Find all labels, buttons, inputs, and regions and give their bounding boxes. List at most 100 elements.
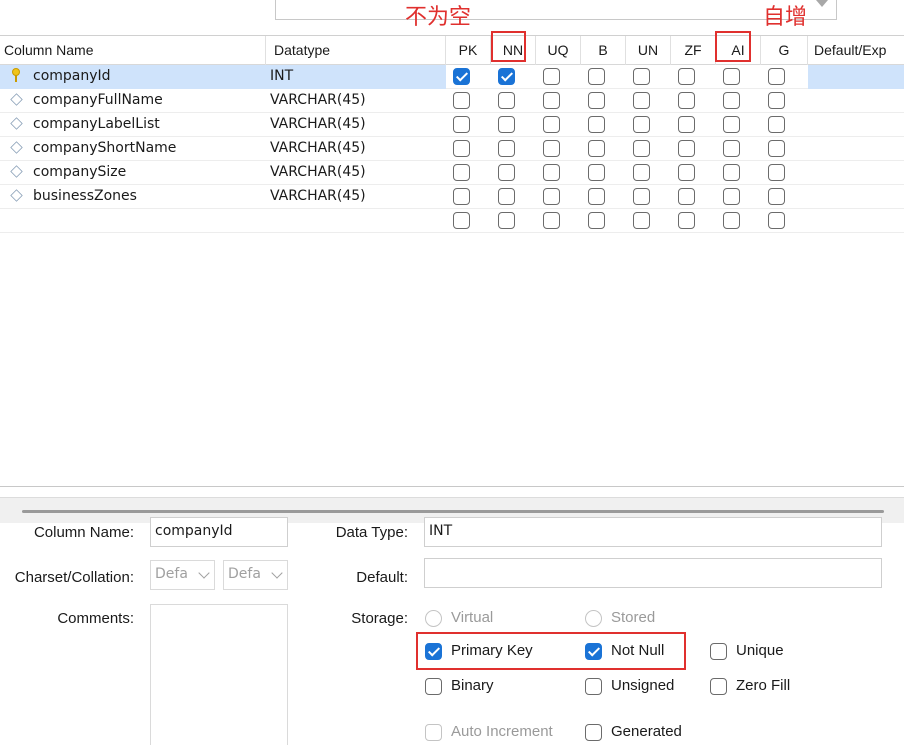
un-checkbox[interactable] bbox=[633, 212, 650, 229]
row-datatype[interactable]: VARCHAR(45) bbox=[266, 113, 446, 137]
row-datatype[interactable]: VARCHAR(45) bbox=[266, 185, 446, 209]
row-column-name[interactable] bbox=[0, 209, 266, 233]
stored-radio[interactable] bbox=[585, 610, 602, 627]
un-checkbox[interactable] bbox=[633, 188, 650, 205]
primary-key-checkbox[interactable] bbox=[425, 643, 442, 660]
ai-checkbox[interactable] bbox=[723, 68, 740, 85]
row-column-name[interactable]: companyShortName bbox=[0, 137, 266, 161]
uq-checkbox[interactable] bbox=[543, 212, 560, 229]
uq-checkbox[interactable] bbox=[543, 164, 560, 181]
row-datatype[interactable]: INT bbox=[266, 65, 446, 89]
zf-checkbox[interactable] bbox=[678, 188, 695, 205]
ai-checkbox[interactable] bbox=[723, 164, 740, 181]
pk-checkbox[interactable] bbox=[453, 116, 470, 133]
data-type-field[interactable]: INT bbox=[424, 517, 882, 547]
ai-checkbox[interactable] bbox=[723, 92, 740, 109]
table-row[interactable]: companySize VARCHAR(45) bbox=[0, 161, 904, 185]
uq-checkbox[interactable] bbox=[543, 188, 560, 205]
un-checkbox[interactable] bbox=[633, 68, 650, 85]
nn-checkbox[interactable] bbox=[498, 212, 515, 229]
g-checkbox[interactable] bbox=[768, 92, 785, 109]
b-checkbox[interactable] bbox=[588, 68, 605, 85]
table-row[interactable]: companyId INT bbox=[0, 65, 904, 89]
binary-checkbox[interactable] bbox=[425, 678, 442, 695]
row-default[interactable] bbox=[808, 65, 904, 89]
ai-checkbox[interactable] bbox=[723, 188, 740, 205]
nn-checkbox[interactable] bbox=[498, 92, 515, 109]
pk-checkbox[interactable] bbox=[453, 164, 470, 181]
row-datatype[interactable]: VARCHAR(45) bbox=[266, 137, 446, 161]
g-checkbox[interactable] bbox=[768, 212, 785, 229]
row-default[interactable] bbox=[808, 137, 904, 161]
zf-checkbox[interactable] bbox=[678, 140, 695, 157]
zf-checkbox[interactable] bbox=[678, 212, 695, 229]
g-checkbox[interactable] bbox=[768, 188, 785, 205]
row-column-name[interactable]: businessZones bbox=[0, 185, 266, 209]
header-uq[interactable]: UQ bbox=[536, 36, 581, 65]
un-checkbox[interactable] bbox=[633, 140, 650, 157]
row-default[interactable] bbox=[808, 113, 904, 137]
un-checkbox[interactable] bbox=[633, 116, 650, 133]
b-checkbox[interactable] bbox=[588, 116, 605, 133]
pk-checkbox[interactable] bbox=[453, 212, 470, 229]
table-row[interactable]: companyShortName VARCHAR(45) bbox=[0, 137, 904, 161]
table-row[interactable]: businessZones VARCHAR(45) bbox=[0, 185, 904, 209]
charset-select[interactable]: Defa bbox=[150, 560, 215, 590]
uq-checkbox[interactable] bbox=[543, 140, 560, 157]
b-checkbox[interactable] bbox=[588, 92, 605, 109]
un-checkbox[interactable] bbox=[633, 92, 650, 109]
table-row[interactable]: companyLabelList VARCHAR(45) bbox=[0, 113, 904, 137]
row-default[interactable] bbox=[808, 161, 904, 185]
zf-checkbox[interactable] bbox=[678, 68, 695, 85]
row-datatype[interactable]: VARCHAR(45) bbox=[266, 89, 446, 113]
g-checkbox[interactable] bbox=[768, 164, 785, 181]
table-row[interactable] bbox=[0, 209, 904, 233]
b-checkbox[interactable] bbox=[588, 164, 605, 181]
header-un[interactable]: UN bbox=[626, 36, 671, 65]
pk-checkbox[interactable] bbox=[453, 188, 470, 205]
row-column-name[interactable]: companyLabelList bbox=[0, 113, 266, 137]
row-default[interactable] bbox=[808, 185, 904, 209]
top-dropdown[interactable] bbox=[275, 0, 837, 20]
g-checkbox[interactable] bbox=[768, 116, 785, 133]
scrollbar-thumb[interactable] bbox=[22, 510, 884, 513]
default-field[interactable] bbox=[424, 558, 882, 588]
dropdown-arrow-icon[interactable] bbox=[816, 0, 828, 7]
uq-checkbox[interactable] bbox=[543, 116, 560, 133]
nn-checkbox[interactable] bbox=[498, 116, 515, 133]
uq-checkbox[interactable] bbox=[543, 68, 560, 85]
nn-checkbox[interactable] bbox=[498, 140, 515, 157]
b-checkbox[interactable] bbox=[588, 212, 605, 229]
zf-checkbox[interactable] bbox=[678, 116, 695, 133]
b-checkbox[interactable] bbox=[588, 188, 605, 205]
uq-checkbox[interactable] bbox=[543, 92, 560, 109]
g-checkbox[interactable] bbox=[768, 68, 785, 85]
header-b[interactable]: B bbox=[581, 36, 626, 65]
row-default[interactable] bbox=[808, 209, 904, 233]
nn-checkbox[interactable] bbox=[498, 188, 515, 205]
table-row[interactable]: companyFullName VARCHAR(45) bbox=[0, 89, 904, 113]
pk-checkbox[interactable] bbox=[453, 92, 470, 109]
b-checkbox[interactable] bbox=[588, 140, 605, 157]
row-column-name[interactable]: companyId bbox=[0, 65, 266, 89]
header-g[interactable]: G bbox=[761, 36, 808, 65]
auto-increment-checkbox[interactable] bbox=[425, 724, 442, 741]
un-checkbox[interactable] bbox=[633, 164, 650, 181]
header-pk[interactable]: PK bbox=[446, 36, 491, 65]
ai-checkbox[interactable] bbox=[723, 116, 740, 133]
collation-select[interactable]: Defa bbox=[223, 560, 288, 590]
row-column-name[interactable]: companySize bbox=[0, 161, 266, 185]
not-null-checkbox[interactable] bbox=[585, 643, 602, 660]
nn-checkbox[interactable] bbox=[498, 68, 515, 85]
row-datatype[interactable]: VARCHAR(45) bbox=[266, 161, 446, 185]
comments-textarea[interactable] bbox=[150, 604, 288, 745]
pk-checkbox[interactable] bbox=[453, 140, 470, 157]
row-default[interactable] bbox=[808, 89, 904, 113]
unsigned-checkbox[interactable] bbox=[585, 678, 602, 695]
header-default[interactable]: Default/Exp bbox=[808, 36, 904, 65]
generated-checkbox[interactable] bbox=[585, 724, 602, 741]
virtual-radio[interactable] bbox=[425, 610, 442, 627]
ai-checkbox[interactable] bbox=[723, 140, 740, 157]
header-datatype[interactable]: Datatype bbox=[266, 36, 446, 65]
nn-checkbox[interactable] bbox=[498, 164, 515, 181]
